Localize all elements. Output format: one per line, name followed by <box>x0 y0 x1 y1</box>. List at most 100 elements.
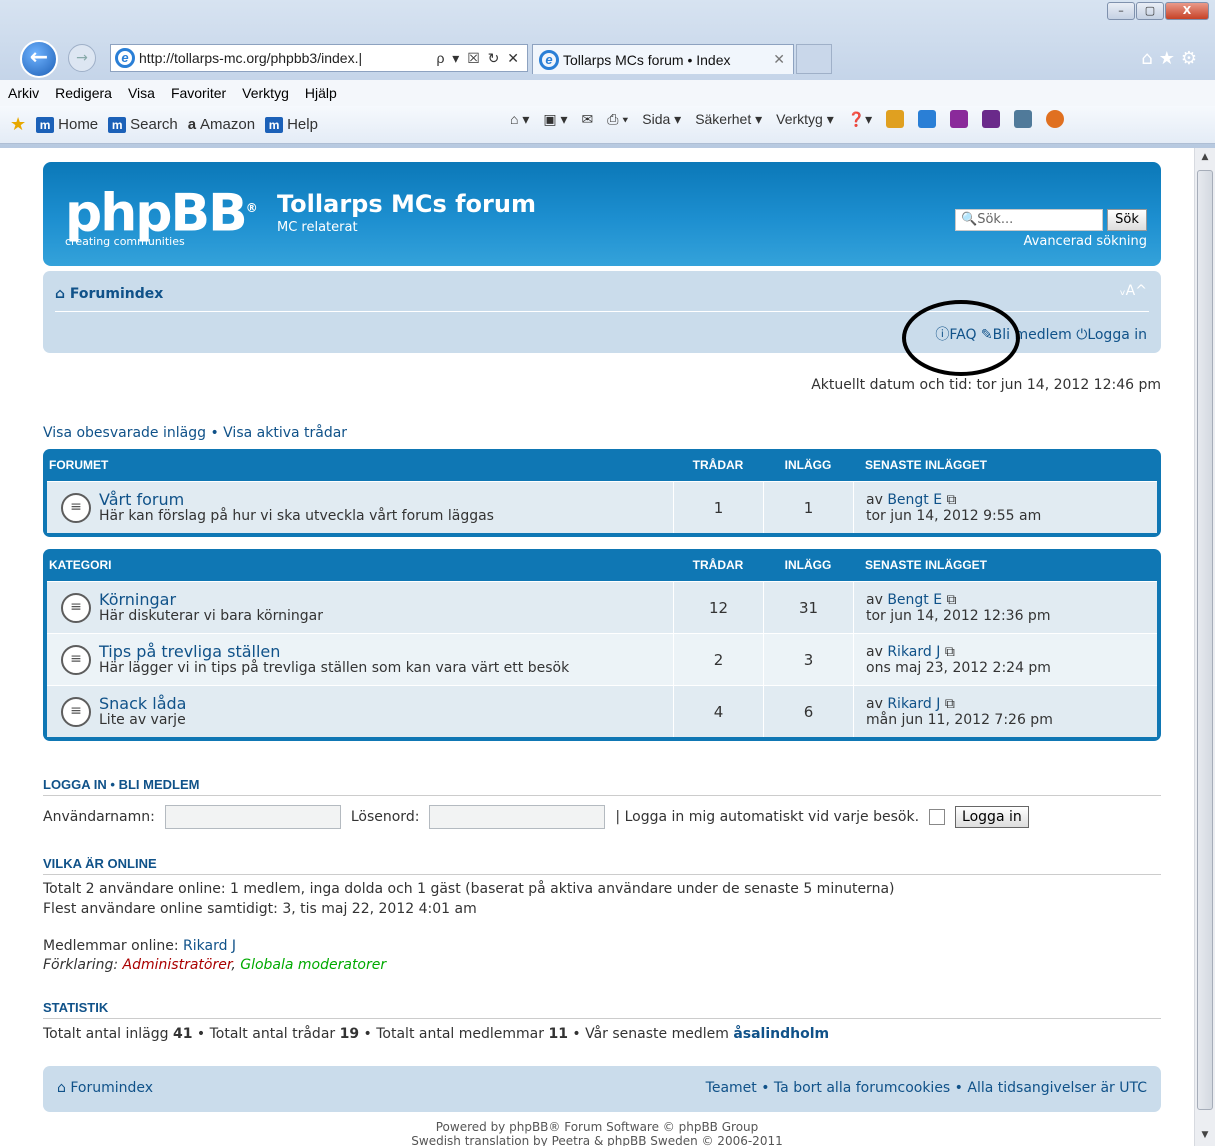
stats-line: Totalt antal inlägg 41 • Totalt antal tr… <box>43 1024 829 1044</box>
favorites-star-icon[interactable]: ★ <box>10 114 26 135</box>
feeds-icon[interactable]: ▣ ▾ <box>543 111 567 128</box>
view-post-icon[interactable]: ⧉ <box>945 644 955 660</box>
favorites-star-icon[interactable]: ★ <box>1159 48 1181 69</box>
forum-topics: 2 <box>673 634 763 685</box>
view-post-icon[interactable]: ⧉ <box>945 696 955 712</box>
menu-hjalp[interactable]: Hjälp <box>305 85 337 101</box>
autologin-checkbox[interactable] <box>929 809 946 825</box>
fav-search[interactable]: m Search <box>108 116 178 133</box>
scroll-up-icon[interactable]: ▲ <box>1195 152 1215 162</box>
m-icon: m <box>36 116 55 133</box>
fav-help[interactable]: m Help <box>265 116 318 133</box>
forum-row[interactable]: ≡ Vårt forum Här kan förslag på hur vi sk… <box>47 481 1157 533</box>
forum-row[interactable]: ≡ Tips på trevliga ställen Här lägger vi … <box>47 633 1157 685</box>
m-icon: m <box>265 116 284 133</box>
search-input[interactable]: 🔍Sök... <box>955 209 1103 231</box>
home-icon[interactable]: ⌂ ▾ <box>510 111 529 128</box>
forum-posts: 1 <box>763 482 853 533</box>
last-user[interactable]: Bengt E <box>887 492 942 508</box>
back-arrow-icon[interactable]: ← <box>20 40 58 78</box>
menu-verktyg[interactable]: Verktyg <box>242 85 289 101</box>
forum-title[interactable]: Snack låda <box>99 695 673 712</box>
fav-home[interactable]: m Home <box>36 116 98 133</box>
hand-drawn-circle <box>902 300 1020 376</box>
forum-row[interactable]: ≡ Körningar Här diskuterar vi bara körnin… <box>47 581 1157 633</box>
addon-icon[interactable] <box>918 110 937 128</box>
breadcrumb[interactable]: ⌂ Forumindex <box>55 286 163 302</box>
menu-redigera[interactable]: Redigera <box>55 85 112 101</box>
address-bar[interactable]: e http://tollarps-mc.org/phpbb3/index.| … <box>110 44 528 72</box>
search-placeholder: Sök... <box>977 212 1014 227</box>
login-heading[interactable]: LOGGA IN • BLI MEDLEM <box>43 777 1161 796</box>
forum-title[interactable]: Vårt forum <box>99 491 673 508</box>
forum-posts: 6 <box>763 686 853 737</box>
forum-last-post: av Rikard J ⧉ ons maj 23, 2012 2:24 pm <box>853 634 1157 685</box>
member-link[interactable]: Rikard J <box>183 938 236 954</box>
onenote-icon[interactable] <box>950 110 969 128</box>
tab-title: Tollarps MCs forum • Index <box>563 51 731 68</box>
legend-mods[interactable]: Globala moderatorer <box>240 957 386 973</box>
forum-desc: Här diskuterar vi bara körningar <box>99 608 323 624</box>
minimize-button[interactable]: – <box>1107 2 1135 20</box>
phpbb-logo[interactable]: phpBB® creating communities <box>65 182 258 248</box>
addon-icon[interactable] <box>1046 110 1065 128</box>
forward-arrow-icon[interactable]: → <box>68 44 96 72</box>
font-size-toggle[interactable]: ᵥA^ <box>1120 283 1147 299</box>
tab-close-icon[interactable]: ✕ <box>773 51 785 68</box>
login-button[interactable]: Logga in <box>955 806 1029 828</box>
research-icon[interactable] <box>1014 110 1033 128</box>
fav-amazon[interactable]: a Amazon <box>188 116 255 133</box>
forum-read-icon: ≡ <box>61 492 91 523</box>
gear-icon[interactable]: ⚙ <box>1181 48 1203 69</box>
stat-topics-label: • Totalt antal trådar <box>196 1026 336 1042</box>
mail-icon[interactable]: ✉ <box>582 111 594 128</box>
forum-list: ≡ Körningar Här diskuterar vi bara körnin… <box>47 581 1157 737</box>
quick-links[interactable]: Visa obesvarade inlägg • Visa aktiva trå… <box>43 425 347 441</box>
forum-title[interactable]: Tips på trevliga ställen <box>99 643 673 660</box>
password-input[interactable] <box>429 805 606 829</box>
forum-row[interactable]: ≡ Snack låda Lite av varje 4 6 av Rikard … <box>47 685 1157 737</box>
addon-icon[interactable] <box>886 110 905 128</box>
col-posts: INLÄGG <box>784 458 832 472</box>
address-controls[interactable]: ρ ▾ ☒ ↻ ✕ <box>436 50 527 67</box>
powered-by: Powered by phpBB® Forum Software © phpBB… <box>435 1120 759 1134</box>
last-by: av <box>866 644 883 660</box>
vertical-scrollbar[interactable]: ▲ ▼ <box>1194 148 1215 1146</box>
new-tab-button[interactable] <box>796 44 832 74</box>
footer-breadcrumb[interactable]: ⌂ Forumindex <box>57 1080 153 1096</box>
print-icon[interactable]: ⎙ ▾ <box>607 111 628 128</box>
search-icon: 🔍 <box>961 212 978 227</box>
advanced-search-link[interactable]: Avancerad sökning <box>1024 234 1147 249</box>
login-link[interactable]: Logga in <box>1087 327 1147 343</box>
last-user[interactable]: Rikard J <box>887 696 940 712</box>
cmd-sida[interactable]: Sida ▾ <box>642 111 681 128</box>
last-user[interactable]: Rikard J <box>887 644 940 660</box>
footer-links[interactable]: Teamet • Ta bort alla forumcookies • All… <box>706 1080 1147 1096</box>
username-input[interactable] <box>164 805 341 829</box>
search-button[interactable]: Sök <box>1107 209 1147 231</box>
maximize-button[interactable]: ▢ <box>1136 2 1164 20</box>
view-post-icon[interactable]: ⧉ <box>947 592 957 608</box>
stat-posts-value: 41 <box>172 1026 193 1042</box>
menu-arkiv[interactable]: Arkiv <box>8 85 39 101</box>
forum-posts: 3 <box>763 634 853 685</box>
cmd-verktyg[interactable]: Verktyg ▾ <box>776 111 834 128</box>
browser-tab[interactable]: e Tollarps MCs forum • Index ✕ <box>532 44 794 74</box>
forum-topics: 1 <box>673 482 763 533</box>
m-icon: m <box>108 116 127 133</box>
forum-title[interactable]: Körningar <box>99 591 673 608</box>
onenote-icon[interactable] <box>982 110 1001 128</box>
scrollbar-thumb[interactable] <box>1197 170 1213 1110</box>
cmd-sakerhet[interactable]: Säkerhet ▾ <box>695 111 762 128</box>
menu-visa[interactable]: Visa <box>128 85 155 101</box>
close-window-button[interactable]: X <box>1165 2 1209 20</box>
scroll-down-icon[interactable]: ▼ <box>1195 1130 1215 1140</box>
menu-favoriter[interactable]: Favoriter <box>171 85 226 101</box>
fav-label: Amazon <box>200 116 256 133</box>
legend-admins[interactable]: Administratörer <box>123 957 232 973</box>
home-icon[interactable]: ⌂ <box>1141 48 1158 69</box>
newest-member-link[interactable]: åsalindholm <box>733 1026 829 1042</box>
last-user[interactable]: Bengt E <box>887 592 942 608</box>
help-icon[interactable]: ❓▾ <box>848 111 872 128</box>
view-post-icon[interactable]: ⧉ <box>947 492 957 508</box>
